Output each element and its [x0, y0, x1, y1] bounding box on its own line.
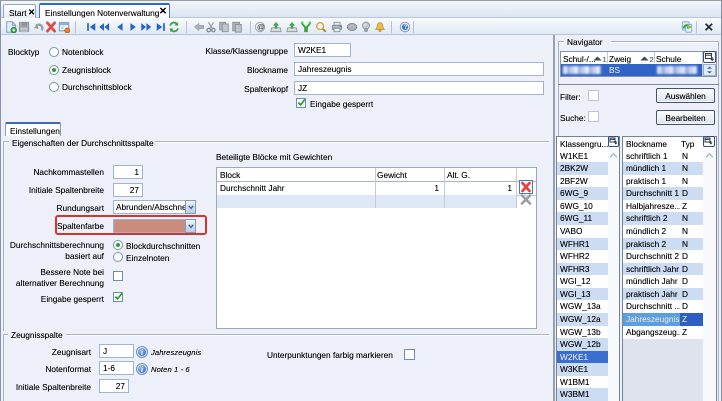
svg-text:?: ? [403, 24, 407, 31]
svg-text:@: @ [257, 23, 265, 32]
